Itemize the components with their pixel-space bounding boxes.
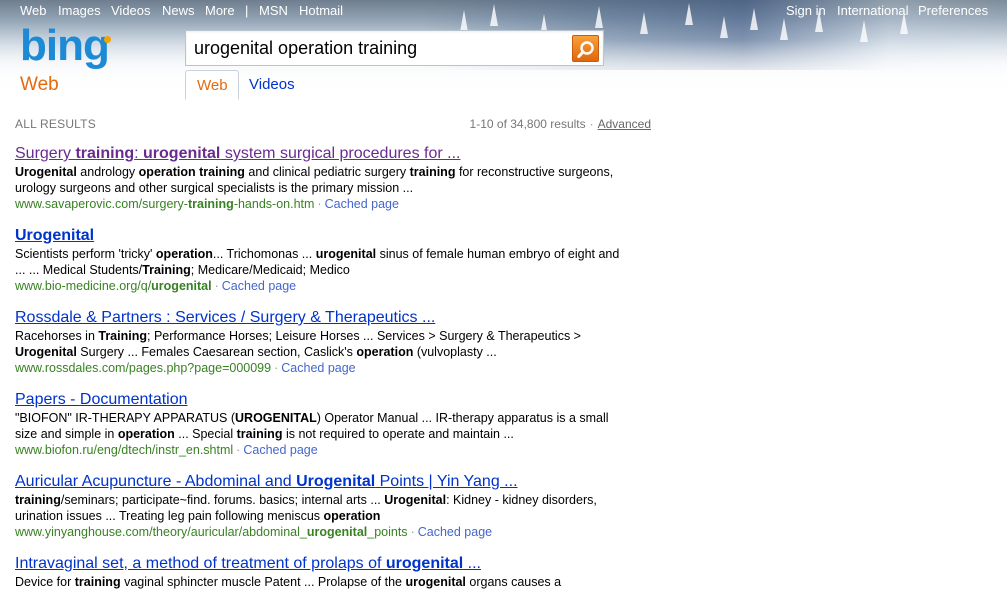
result-meta: www.yinyanghouse.com/theory/auricular/ab… bbox=[15, 525, 493, 539]
result-url: www.yinyanghouse.com/theory/auricular/ab… bbox=[15, 525, 408, 539]
result-title-link[interactable]: Papers - Documentation bbox=[15, 391, 188, 408]
result-snippet: Racehorses in Training; Performance Hors… bbox=[15, 329, 581, 359]
topnav-international[interactable]: International bbox=[837, 3, 909, 18]
all-results-label: ALL RESULTS bbox=[15, 117, 96, 131]
result-count-area: 1-10 of 34,800 results · Advanced bbox=[469, 117, 651, 131]
result-title-link[interactable]: Intravaginal set, a method of treatment … bbox=[15, 555, 481, 572]
logo-text: bing bbox=[20, 21, 110, 70]
topnav-msn[interactable]: MSN bbox=[259, 3, 288, 18]
result-snippet: Device for training vaginal sphincter mu… bbox=[15, 575, 562, 589]
search-input[interactable] bbox=[194, 35, 564, 61]
result-snippet: training/seminars; participate~find. for… bbox=[15, 493, 597, 523]
topnav-web[interactable]: Web bbox=[20, 3, 47, 18]
result-snippet: Urogenital andrology operation training … bbox=[15, 165, 614, 195]
logo-dot bbox=[104, 36, 111, 43]
result-title: Rossdale & Partners : Services / Surgery… bbox=[15, 309, 625, 327]
search-icon bbox=[577, 41, 594, 58]
result-url: www.savaperovic.com/surgery-training-han… bbox=[15, 197, 315, 211]
result-url: www.biofon.ru/eng/dtech/instr_en.shtml bbox=[15, 443, 234, 457]
search-result: Papers - Documentation "BIOFON" IR-THERAP… bbox=[15, 391, 625, 458]
search-result: Auricular Acupuncture - Abdominal and Ur… bbox=[15, 473, 625, 540]
topnav-videos[interactable]: Videos bbox=[111, 3, 151, 18]
results-list: Surgery training: urogenital system surg… bbox=[15, 145, 625, 605]
advanced-link[interactable]: Advanced bbox=[598, 117, 651, 131]
search-box bbox=[185, 30, 604, 66]
result-title: Intravaginal set, a method of treatment … bbox=[15, 555, 625, 573]
result-title-link[interactable]: Surgery training: urogenital system surg… bbox=[15, 145, 460, 162]
result-snippet: "BIOFON" IR-THERAPY APPARATUS (UROGENITA… bbox=[15, 411, 609, 441]
topnav-sign-in[interactable]: Sign in bbox=[786, 3, 826, 18]
topnav-images[interactable]: Images bbox=[58, 3, 101, 18]
section-label: Web bbox=[20, 74, 59, 95]
search-result: Surgery training: urogenital system surg… bbox=[15, 145, 625, 212]
search-result: Rossdale & Partners : Services / Surgery… bbox=[15, 309, 625, 376]
result-url: www.bio-medicine.org/q/urogenital bbox=[15, 279, 212, 293]
result-title-link[interactable]: Auricular Acupuncture - Abdominal and Ur… bbox=[15, 473, 518, 490]
search-button[interactable] bbox=[572, 35, 599, 62]
topnav-more[interactable]: More bbox=[205, 3, 235, 18]
result-meta: www.bio-medicine.org/q/urogenital · Cached… bbox=[15, 279, 297, 293]
top-navigation: Web Images Videos News More | MSN Hotmai… bbox=[0, 0, 1007, 22]
cached-page-link[interactable]: Cached page bbox=[243, 443, 317, 457]
result-meta: www.biofon.ru/eng/dtech/instr_en.shtml · C… bbox=[15, 443, 318, 457]
cached-page-link[interactable]: Cached page bbox=[418, 525, 492, 539]
search-result: Urogenital Scientists perform 'tricky' op… bbox=[15, 227, 625, 294]
result-snippet: Scientists perform 'tricky' operation...… bbox=[15, 247, 620, 277]
result-url: www.rossdales.com/pages.php?page=000099 bbox=[15, 361, 272, 375]
cached-page-link[interactable]: Cached page bbox=[325, 197, 399, 211]
cached-page-link[interactable]: Cached page bbox=[222, 279, 296, 293]
cached-page-link[interactable]: Cached page bbox=[281, 361, 355, 375]
search-result: Intravaginal set, a method of treatment … bbox=[15, 555, 625, 590]
result-title: Papers - Documentation bbox=[15, 391, 625, 409]
result-title: Urogenital bbox=[15, 227, 625, 245]
result-meta: www.savaperovic.com/surgery-training-han… bbox=[15, 197, 399, 211]
result-title: Auricular Acupuncture - Abdominal and Ur… bbox=[15, 473, 625, 491]
topnav-preferences[interactable]: Preferences bbox=[918, 3, 988, 18]
topnav-hotmail[interactable]: Hotmail bbox=[299, 3, 343, 18]
bing-logo[interactable]: bing bbox=[18, 24, 133, 72]
result-title-link[interactable]: Rossdale & Partners : Services / Surgery… bbox=[15, 309, 435, 326]
result-title: Surgery training: urogenital system surg… bbox=[15, 145, 625, 163]
result-title-link[interactable]: Urogenital bbox=[15, 227, 94, 244]
tab-web[interactable]: Web bbox=[185, 70, 239, 100]
tab-videos[interactable]: Videos bbox=[238, 70, 306, 100]
result-meta: www.rossdales.com/pages.php?page=000099 ·… bbox=[15, 361, 356, 375]
result-count: 1-10 of 34,800 results bbox=[469, 117, 586, 131]
topnav-news[interactable]: News bbox=[162, 3, 195, 18]
results-bar: ALL RESULTS 1-10 of 34,800 results · Advan… bbox=[15, 117, 651, 133]
topnav-separator: | bbox=[245, 3, 249, 18]
